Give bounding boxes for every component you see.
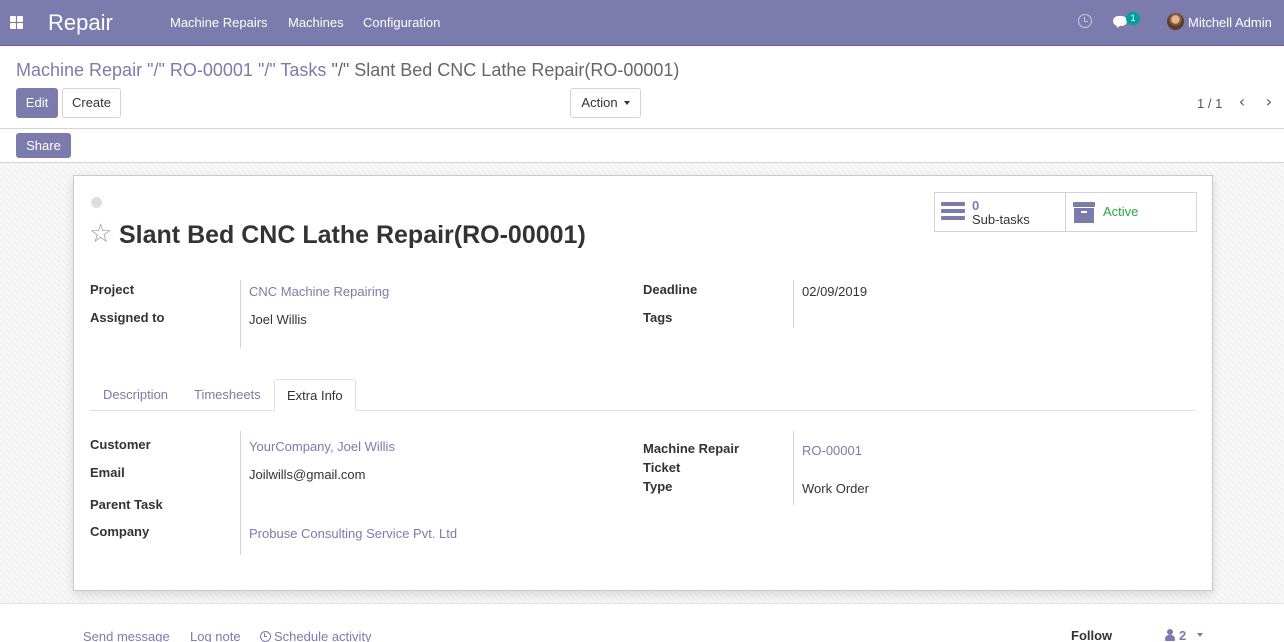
breadcrumb-ro[interactable]: RO-00001	[170, 60, 253, 80]
active-label: Active	[1103, 204, 1139, 219]
form-sheet: ☆ Slant Bed CNC Lathe Repair(RO-00001) 0…	[73, 175, 1213, 591]
avatar[interactable]	[1167, 13, 1184, 30]
email-field[interactable]: Joilwills@gmail.com	[249, 467, 366, 482]
assigned-to-label: Assigned to	[90, 310, 165, 325]
pager-value[interactable]: 1 / 1	[1197, 96, 1222, 111]
chat-icon[interactable]	[1113, 16, 1127, 28]
customer-field[interactable]: YourCompany, Joel Willis	[249, 439, 395, 454]
project-label: Project	[90, 282, 135, 297]
follow-button[interactable]: Follow	[1071, 628, 1112, 642]
chevron-left-icon[interactable]: ‹	[1235, 94, 1249, 110]
divider	[0, 128, 1284, 129]
breadcrumb-separator: "/"	[257, 60, 276, 80]
divider	[240, 280, 241, 348]
breadcrumb-tasks[interactable]: Tasks	[280, 60, 326, 80]
breadcrumb-separator: "/"	[331, 60, 350, 80]
menu-configuration[interactable]: Configuration	[363, 15, 440, 30]
machine-repair-ticket-label-line2: Ticket	[643, 460, 681, 475]
action-label: Action	[581, 95, 618, 110]
caret-down-icon[interactable]	[1197, 633, 1203, 637]
tab-description[interactable]: Description	[91, 379, 180, 411]
company-field[interactable]: Probuse Consulting Service Pvt. Ltd	[249, 526, 457, 541]
chevron-right-icon[interactable]: ›	[1262, 94, 1276, 110]
deadline-field[interactable]: 02/09/2019	[802, 284, 867, 299]
parent-task-label: Parent Task	[90, 497, 163, 512]
divider	[0, 603, 1284, 604]
caret-down-icon	[623, 100, 630, 105]
assigned-to-field[interactable]: Joel Willis	[249, 312, 307, 327]
breadcrumb-machine-repair[interactable]: Machine Repair	[16, 60, 142, 80]
schedule-activity-label: Schedule activity	[274, 629, 372, 642]
company-label: Company	[90, 524, 150, 539]
share-button[interactable]: Share	[16, 133, 71, 158]
kanban-state-dot[interactable]	[91, 197, 102, 208]
activity-clock-icon[interactable]	[1078, 14, 1092, 28]
clock-icon	[260, 631, 271, 642]
tab-extra-info[interactable]: Extra Info	[274, 379, 356, 411]
email-label: Email	[90, 465, 125, 480]
create-button[interactable]: Create	[62, 88, 121, 118]
followers-count: 2	[1179, 628, 1187, 642]
apps-icon[interactable]	[10, 16, 23, 29]
divider	[793, 431, 794, 505]
messages-badge: 1	[1126, 12, 1140, 25]
star-icon[interactable]: ☆	[89, 219, 112, 249]
app-brand[interactable]: Repair	[48, 10, 113, 36]
subtasks-button[interactable]: 0 Sub-tasks	[934, 192, 1066, 232]
breadcrumb: Machine Repair "/" RO-00001 "/" Tasks "/…	[16, 60, 679, 81]
schedule-activity-button[interactable]: Schedule activity	[260, 629, 372, 642]
tab-timesheets[interactable]: Timesheets	[182, 379, 273, 411]
customer-label: Customer	[90, 437, 151, 452]
type-label: Type	[643, 479, 673, 494]
subtasks-count: 0	[972, 198, 980, 213]
top-navbar: Repair Machine Repairs Machines Configur…	[0, 0, 1284, 46]
divider	[793, 280, 794, 328]
edit-button[interactable]: Edit	[16, 88, 58, 118]
breadcrumb-current: Slant Bed CNC Lathe Repair(RO-00001)	[354, 60, 680, 80]
subtasks-icon	[941, 201, 965, 221]
log-note-button[interactable]: Log note	[190, 629, 241, 642]
followers-button[interactable]: 2	[1165, 628, 1186, 642]
divider	[240, 431, 241, 555]
deadline-label: Deadline	[643, 282, 698, 297]
user-menu[interactable]: Mitchell Admin	[1188, 15, 1272, 30]
machine-repair-ticket-field[interactable]: RO-00001	[802, 443, 862, 458]
user-icon	[1165, 629, 1175, 641]
machine-repair-ticket-label: Machine Repair	[643, 441, 740, 456]
project-field[interactable]: CNC Machine Repairing	[249, 284, 389, 299]
menu-machines[interactable]: Machines	[288, 15, 344, 30]
tags-label: Tags	[643, 310, 673, 325]
page-title: Slant Bed CNC Lathe Repair(RO-00001)	[119, 221, 586, 249]
subtasks-label: Sub-tasks	[972, 212, 1030, 227]
menu-machine-repairs[interactable]: Machine Repairs	[170, 15, 268, 30]
active-toggle-button[interactable]: Active	[1065, 192, 1197, 232]
send-message-button[interactable]: Send message	[83, 629, 170, 642]
breadcrumb-separator: "/"	[147, 60, 165, 80]
action-dropdown[interactable]: Action	[570, 88, 641, 118]
archive-icon	[1073, 202, 1095, 223]
type-field[interactable]: Work Order	[802, 481, 869, 496]
